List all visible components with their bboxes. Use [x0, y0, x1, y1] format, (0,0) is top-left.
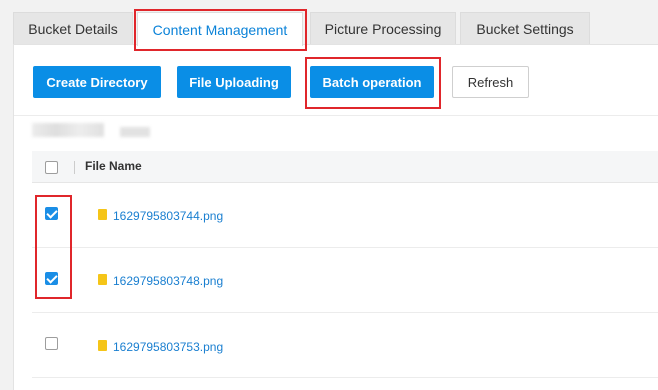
tab-picture-processing[interactable]: Picture Processing	[310, 12, 456, 44]
table-row: 1629795803748.png	[32, 248, 658, 313]
file-icon	[98, 209, 107, 220]
content-panel: Create Directory File Uploading Batch op…	[13, 44, 658, 390]
select-all-checkbox[interactable]	[45, 161, 58, 174]
file-icon	[98, 274, 107, 285]
toolbar-divider	[14, 115, 658, 116]
batch-operation-button[interactable]: Batch operation	[310, 66, 434, 98]
file-name-link[interactable]: 1629795803744.png	[113, 209, 223, 223]
table-row: 1629795803753.png	[32, 313, 658, 378]
create-directory-button[interactable]: Create Directory	[33, 66, 161, 98]
header-separator	[74, 161, 75, 174]
table-header: File Name	[32, 151, 658, 183]
file-uploading-button[interactable]: File Uploading	[177, 66, 291, 98]
refresh-button[interactable]: Refresh	[452, 66, 529, 98]
breadcrumb-path	[32, 123, 104, 137]
file-name-link[interactable]: 1629795803748.png	[113, 274, 223, 288]
tab-bucket-settings[interactable]: Bucket Settings	[460, 12, 590, 44]
file-name-link[interactable]: 1629795803753.png	[113, 340, 223, 354]
row-checkbox[interactable]	[45, 272, 58, 285]
tab-bar: Bucket Details Content Management Pictur…	[0, 0, 658, 46]
breadcrumb-path-segment	[120, 127, 150, 137]
row-checkbox[interactable]	[45, 337, 58, 350]
table-row: 1629795803744.png	[32, 183, 658, 248]
file-icon	[98, 340, 107, 351]
file-name-header: File Name	[85, 159, 142, 173]
row-checkbox[interactable]	[45, 207, 58, 220]
tab-content-management[interactable]: Content Management	[137, 12, 303, 46]
tab-bucket-details[interactable]: Bucket Details	[13, 12, 133, 44]
